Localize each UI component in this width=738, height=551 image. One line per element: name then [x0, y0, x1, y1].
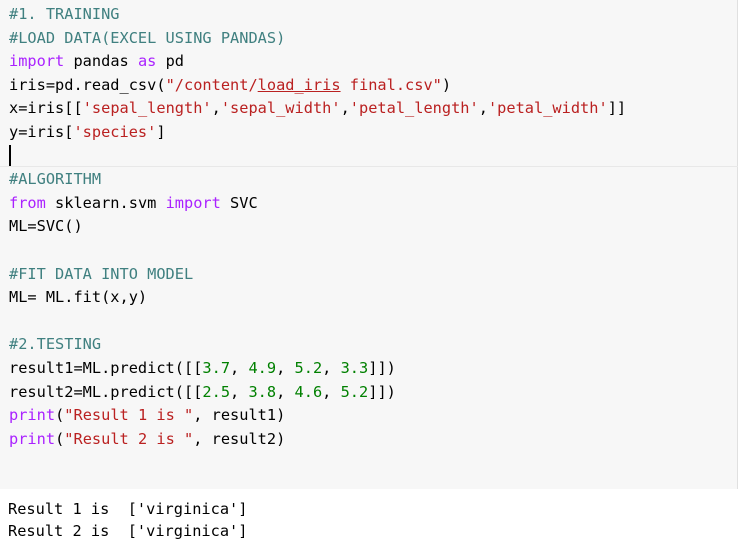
paren-open: (: [55, 429, 65, 448]
print-arg-result1: , result1): [193, 406, 286, 425]
code-line-8: #ALGORITHM: [9, 168, 626, 192]
comment-algorithm: #ALGORITHM: [9, 170, 102, 189]
import-alias: pd: [156, 52, 185, 71]
number: 4.9: [248, 358, 277, 377]
comma: ,: [478, 99, 488, 118]
x-assign-end: ]]: [607, 99, 627, 118]
comma: ,: [211, 99, 221, 118]
y-assign-end: ]: [156, 122, 166, 141]
x-assign-start: x=iris[[: [9, 99, 83, 118]
string-result1: "Result 1 is ": [64, 406, 194, 425]
code-line-4: iris=pd.read_csv("/content/load_iris fin…: [9, 74, 626, 98]
code-line-3: import pandas as pd: [9, 50, 626, 74]
number: 2.5: [202, 382, 231, 401]
read-csv-call: iris=pd.read_csv(: [9, 75, 166, 94]
print-arg-result2: , result2): [193, 429, 286, 448]
csv-path-end: final.csv": [340, 75, 442, 94]
column-petal-length: 'petal_length': [349, 99, 479, 118]
keyword-print: print: [9, 406, 56, 425]
number: 5.2: [294, 358, 323, 377]
paren-open: (: [55, 406, 65, 425]
code-line-17: result2=ML.predict([[2.5, 3.8, 4.6, 5.2]…: [9, 381, 626, 405]
keyword-print: print: [9, 429, 56, 448]
code-editor[interactable]: #1. TRAINING #LOAD DATA(EXCEL USING PANDA…: [9, 3, 626, 451]
read-csv-close: ): [441, 75, 452, 94]
code-line-18: print("Result 1 is ", result1): [9, 404, 626, 428]
code-line-2: #LOAD DATA(EXCEL USING PANDAS): [9, 27, 626, 51]
keyword-as: as: [137, 52, 157, 71]
csv-path-underlined: load_iris: [257, 75, 341, 94]
predict-close: ]]): [368, 358, 396, 377]
string-result2: "Result 2 is ": [64, 429, 194, 448]
comment-training: #1. TRAINING: [9, 5, 120, 23]
code-line-6: y=iris['species']: [9, 121, 626, 145]
from-module: sklearn.svm: [45, 193, 166, 212]
column-sepal-width: 'sepal_width': [220, 99, 341, 118]
code-line-11-blank: [9, 239, 626, 263]
comma: ,: [340, 99, 350, 118]
ml-fit-call: ML= ML.fit(x,y): [9, 288, 148, 307]
column-petal-width: 'petal_width': [487, 99, 608, 118]
ml-svc-assign: ML=SVC(): [9, 217, 83, 236]
code-line-16: result1=ML.predict([[3.7, 4.9, 5.2, 3.3]…: [9, 357, 626, 381]
code-line-19: print("Result 2 is ", result2): [9, 428, 626, 452]
result2-predict-call: result2=ML.predict([[: [9, 382, 203, 401]
predict-close: ]]): [368, 382, 396, 401]
output-area: Result 1 is ['virginica'] Result 2 is ['v…: [0, 489, 738, 551]
code-line-13: ML= ML.fit(x,y): [9, 286, 626, 310]
column-species: 'species': [73, 122, 157, 141]
line-highlight-divider: [0, 166, 738, 167]
y-assign-start: y=iris[: [9, 122, 74, 141]
number: 3.8: [248, 382, 277, 401]
keyword-import: import: [165, 193, 221, 212]
code-line-15: #2.TESTING: [9, 333, 626, 357]
csv-path-start: "/content/: [165, 75, 258, 94]
number: 3.7: [202, 358, 231, 377]
output-line-2: Result 2 is ['virginica']: [8, 522, 248, 540]
num-sep: ,: [230, 382, 249, 401]
code-line-14-blank: [9, 310, 626, 334]
code-line-1: #1. TRAINING: [9, 3, 626, 27]
code-cell[interactable]: #1. TRAINING #LOAD DATA(EXCEL USING PANDA…: [0, 0, 738, 489]
import-name: SVC: [220, 193, 258, 212]
output-text: Result 1 is ['virginica'] Result 2 is ['v…: [8, 498, 247, 542]
num-sep: ,: [322, 358, 341, 377]
code-line-9: from sklearn.svm import SVC: [9, 192, 626, 216]
keyword-import: import: [9, 52, 65, 71]
num-sep: ,: [230, 358, 249, 377]
num-sep: ,: [276, 382, 295, 401]
code-line-12: #FIT DATA INTO MODEL: [9, 263, 626, 287]
text-cursor: [9, 144, 11, 166]
column-sepal-length: 'sepal_length': [82, 99, 212, 118]
comment-testing: #2.TESTING: [9, 335, 102, 354]
keyword-from: from: [9, 193, 46, 212]
output-line-1: Result 1 is ['virginica']: [8, 500, 248, 518]
result1-predict-call: result1=ML.predict([[: [9, 358, 203, 377]
import-module: pandas: [64, 52, 138, 71]
number: 3.3: [340, 358, 369, 377]
num-sep: ,: [322, 382, 341, 401]
comment-fit-data: #FIT DATA INTO MODEL: [9, 264, 194, 283]
number: 5.2: [340, 382, 369, 401]
num-sep: ,: [276, 358, 295, 377]
comment-load-data: #LOAD DATA(EXCEL USING PANDAS): [9, 28, 286, 47]
code-line-5: x=iris[['sepal_length','sepal_width','pe…: [9, 97, 626, 121]
code-line-10: ML=SVC(): [9, 215, 626, 239]
code-line-7-cursor[interactable]: [9, 144, 626, 169]
number: 4.6: [294, 382, 323, 401]
